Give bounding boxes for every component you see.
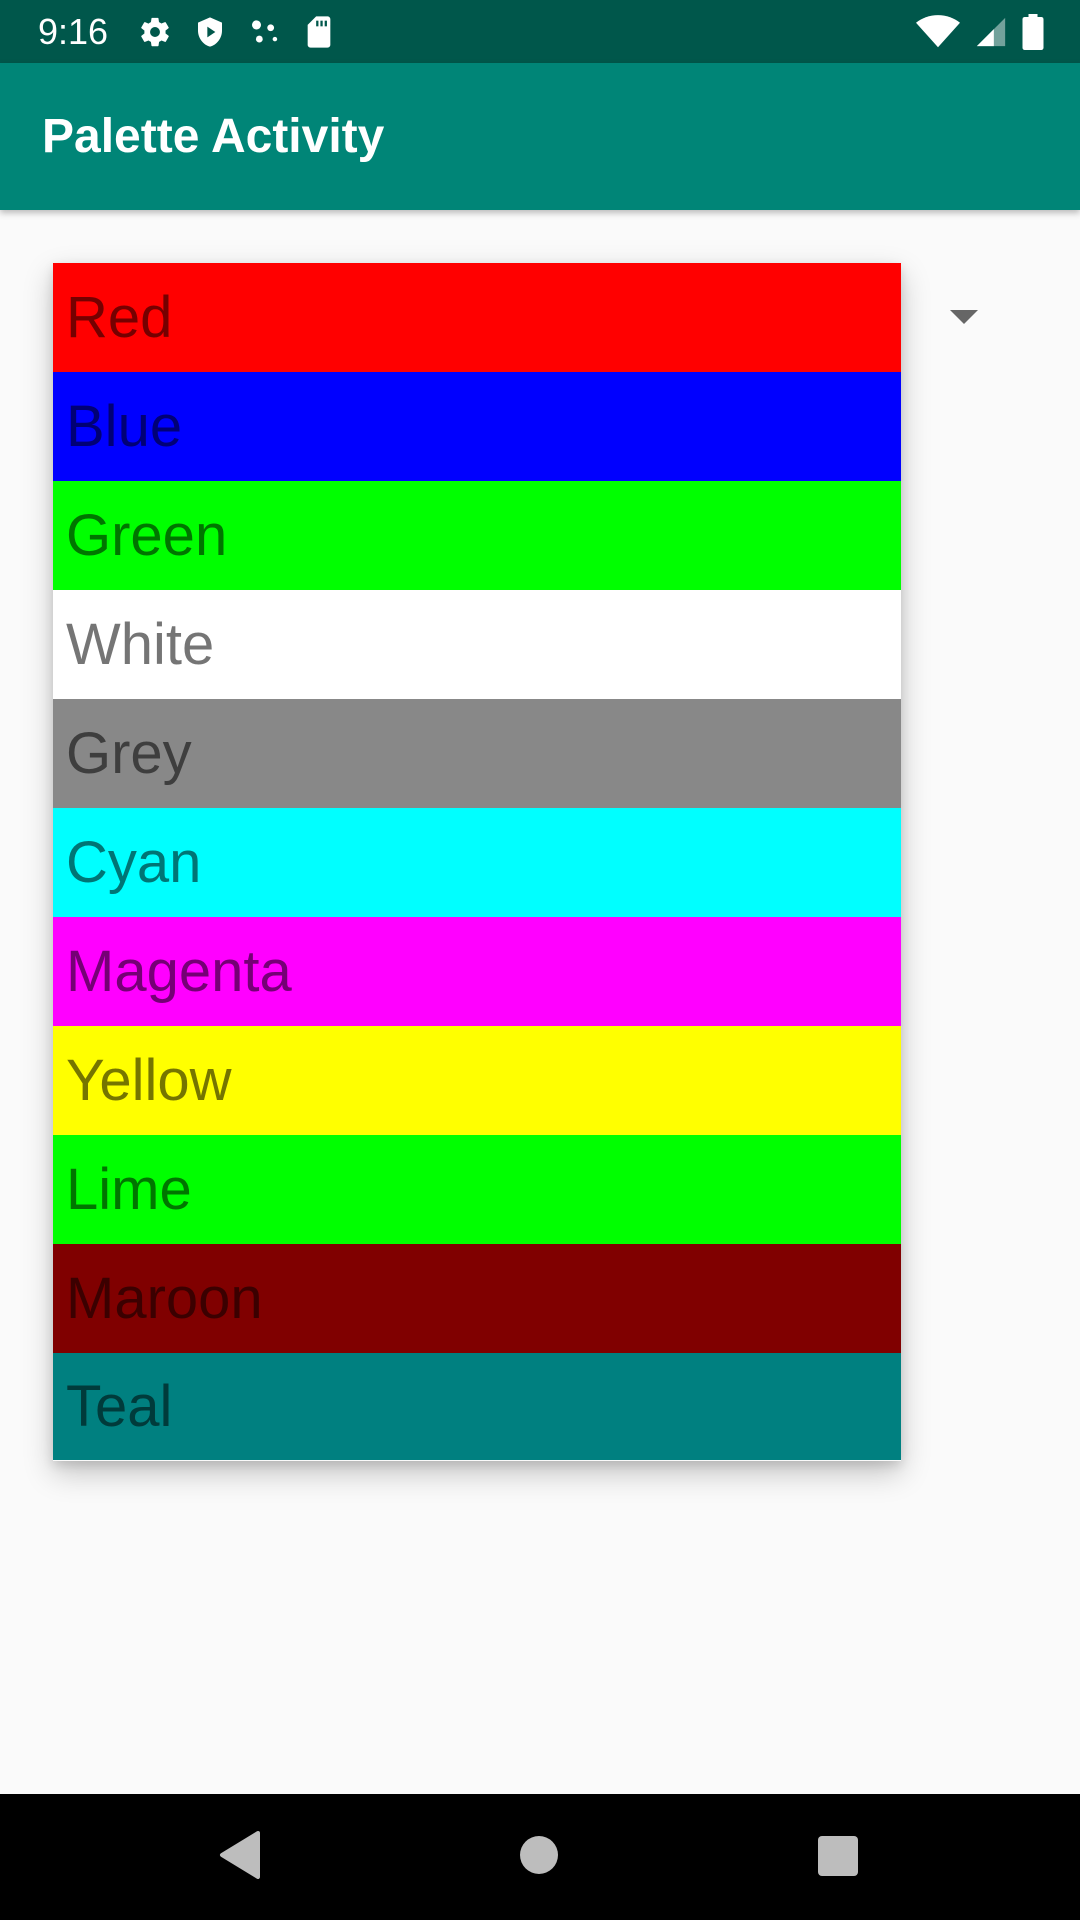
app-bar: Palette Activity: [0, 63, 1080, 210]
dropdown-item-blue[interactable]: Blue: [53, 372, 901, 481]
dropdown-item-lime[interactable]: Lime: [53, 1135, 901, 1244]
dropdown-item-red[interactable]: Red: [53, 263, 901, 372]
dropdown-item-teal[interactable]: Teal: [53, 1353, 901, 1460]
wifi-icon: [916, 15, 960, 49]
dropdown-item-grey[interactable]: Grey: [53, 699, 901, 808]
recents-icon[interactable]: [818, 1836, 858, 1876]
navigation-bar: [0, 1794, 1080, 1920]
chevron-down-icon[interactable]: [950, 310, 978, 324]
dropdown-item-green[interactable]: Green: [53, 481, 901, 590]
dropdown-item-yellow[interactable]: Yellow: [53, 1026, 901, 1135]
color-dropdown-list: Red Blue Green White Grey Cyan Magenta Y…: [53, 263, 901, 1461]
dropdown-item-white[interactable]: White: [53, 590, 901, 699]
gear-icon: [138, 15, 172, 49]
signal-icon: [974, 15, 1008, 49]
shield-play-icon: [194, 15, 226, 49]
dropdown-item-maroon[interactable]: Maroon: [53, 1244, 901, 1353]
battery-icon: [1022, 14, 1044, 50]
status-icons-right: [916, 12, 1044, 52]
sd-card-icon: [304, 15, 334, 49]
home-icon[interactable]: [520, 1836, 558, 1874]
dropdown-item-magenta[interactable]: Magenta: [53, 917, 901, 1026]
dots-icon: [248, 15, 282, 49]
back-icon[interactable]: [218, 1831, 260, 1884]
status-time: 9:16: [38, 11, 109, 52]
status-icons-left: [138, 14, 334, 50]
status-bar: 9:16: [0, 0, 1080, 63]
page-title: Palette Activity: [42, 110, 385, 163]
dropdown-item-cyan[interactable]: Cyan: [53, 808, 901, 917]
